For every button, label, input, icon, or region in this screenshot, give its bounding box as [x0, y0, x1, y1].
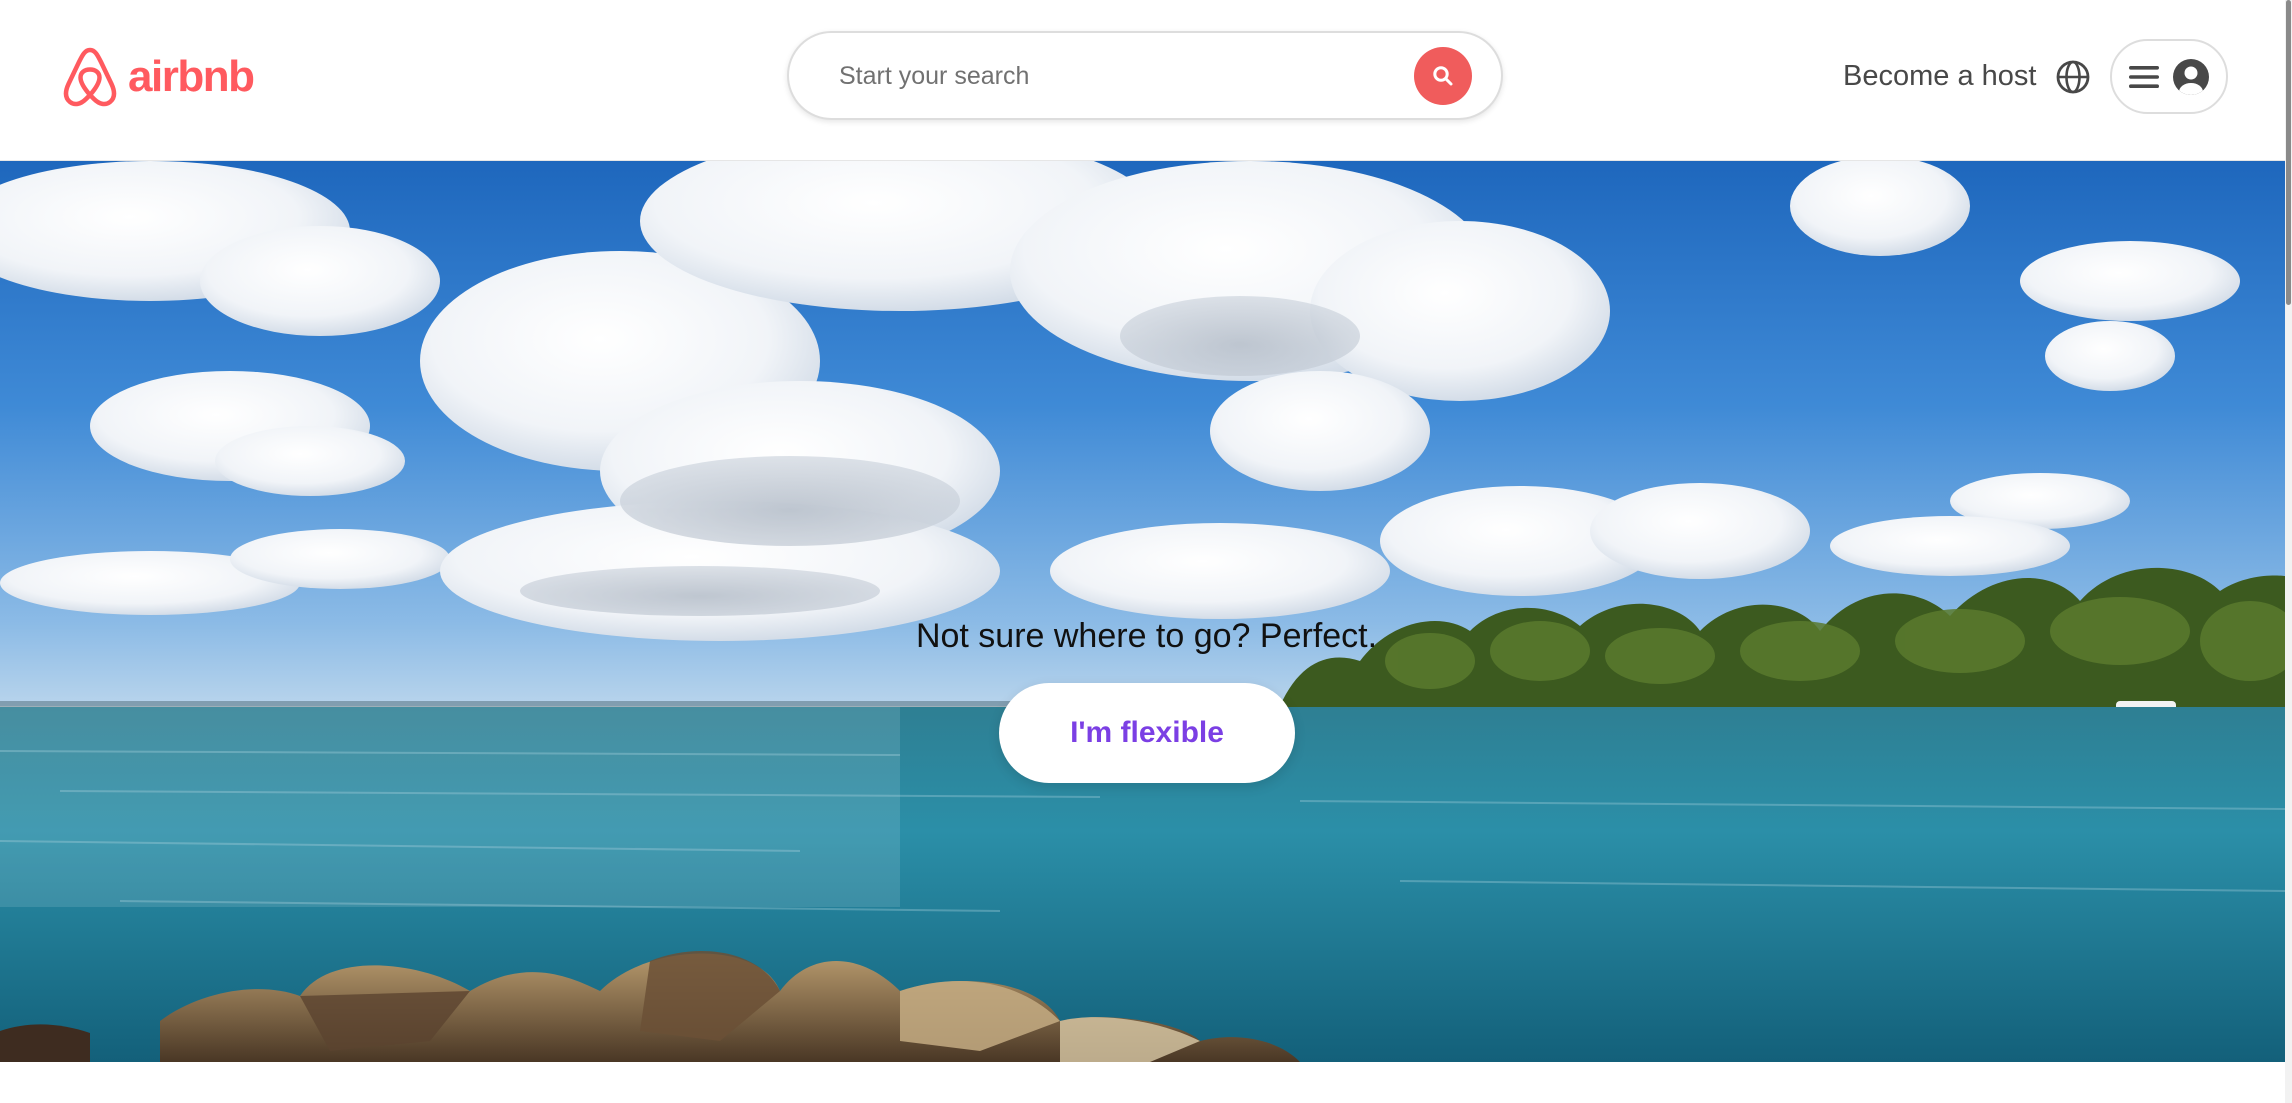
airbnb-logo[interactable]: airbnb [62, 46, 255, 108]
hero-section: Not sure where to go? Perfect. I'm flexi… [0, 161, 2285, 1062]
user-menu-button[interactable] [2110, 39, 2228, 114]
hamburger-menu-icon [2129, 65, 2159, 88]
become-a-host-link[interactable]: Become a host [1843, 56, 2036, 96]
globe-icon [2056, 60, 2090, 94]
hero-background-image [0, 161, 2285, 1062]
search-bar[interactable] [787, 31, 1503, 120]
im-flexible-button[interactable]: I'm flexible [999, 683, 1295, 783]
top-navigation-bar: airbnb Become a host [0, 0, 2285, 161]
airbnb-belo-icon [63, 47, 117, 107]
search-input[interactable] [839, 51, 1379, 101]
user-circle-icon [2173, 58, 2209, 95]
page: airbnb Become a host [0, 0, 2292, 1103]
page-scrollbar[interactable] [2285, 0, 2292, 1103]
search-icon [1433, 66, 1453, 86]
scrollbar-thumb[interactable] [2286, 0, 2291, 305]
search-button[interactable] [1414, 47, 1472, 105]
language-button[interactable] [2054, 58, 2092, 96]
logo-wordmark: airbnb [128, 52, 255, 101]
hero-tagline: Not sure where to go? Perfect. [915, 617, 1378, 655]
